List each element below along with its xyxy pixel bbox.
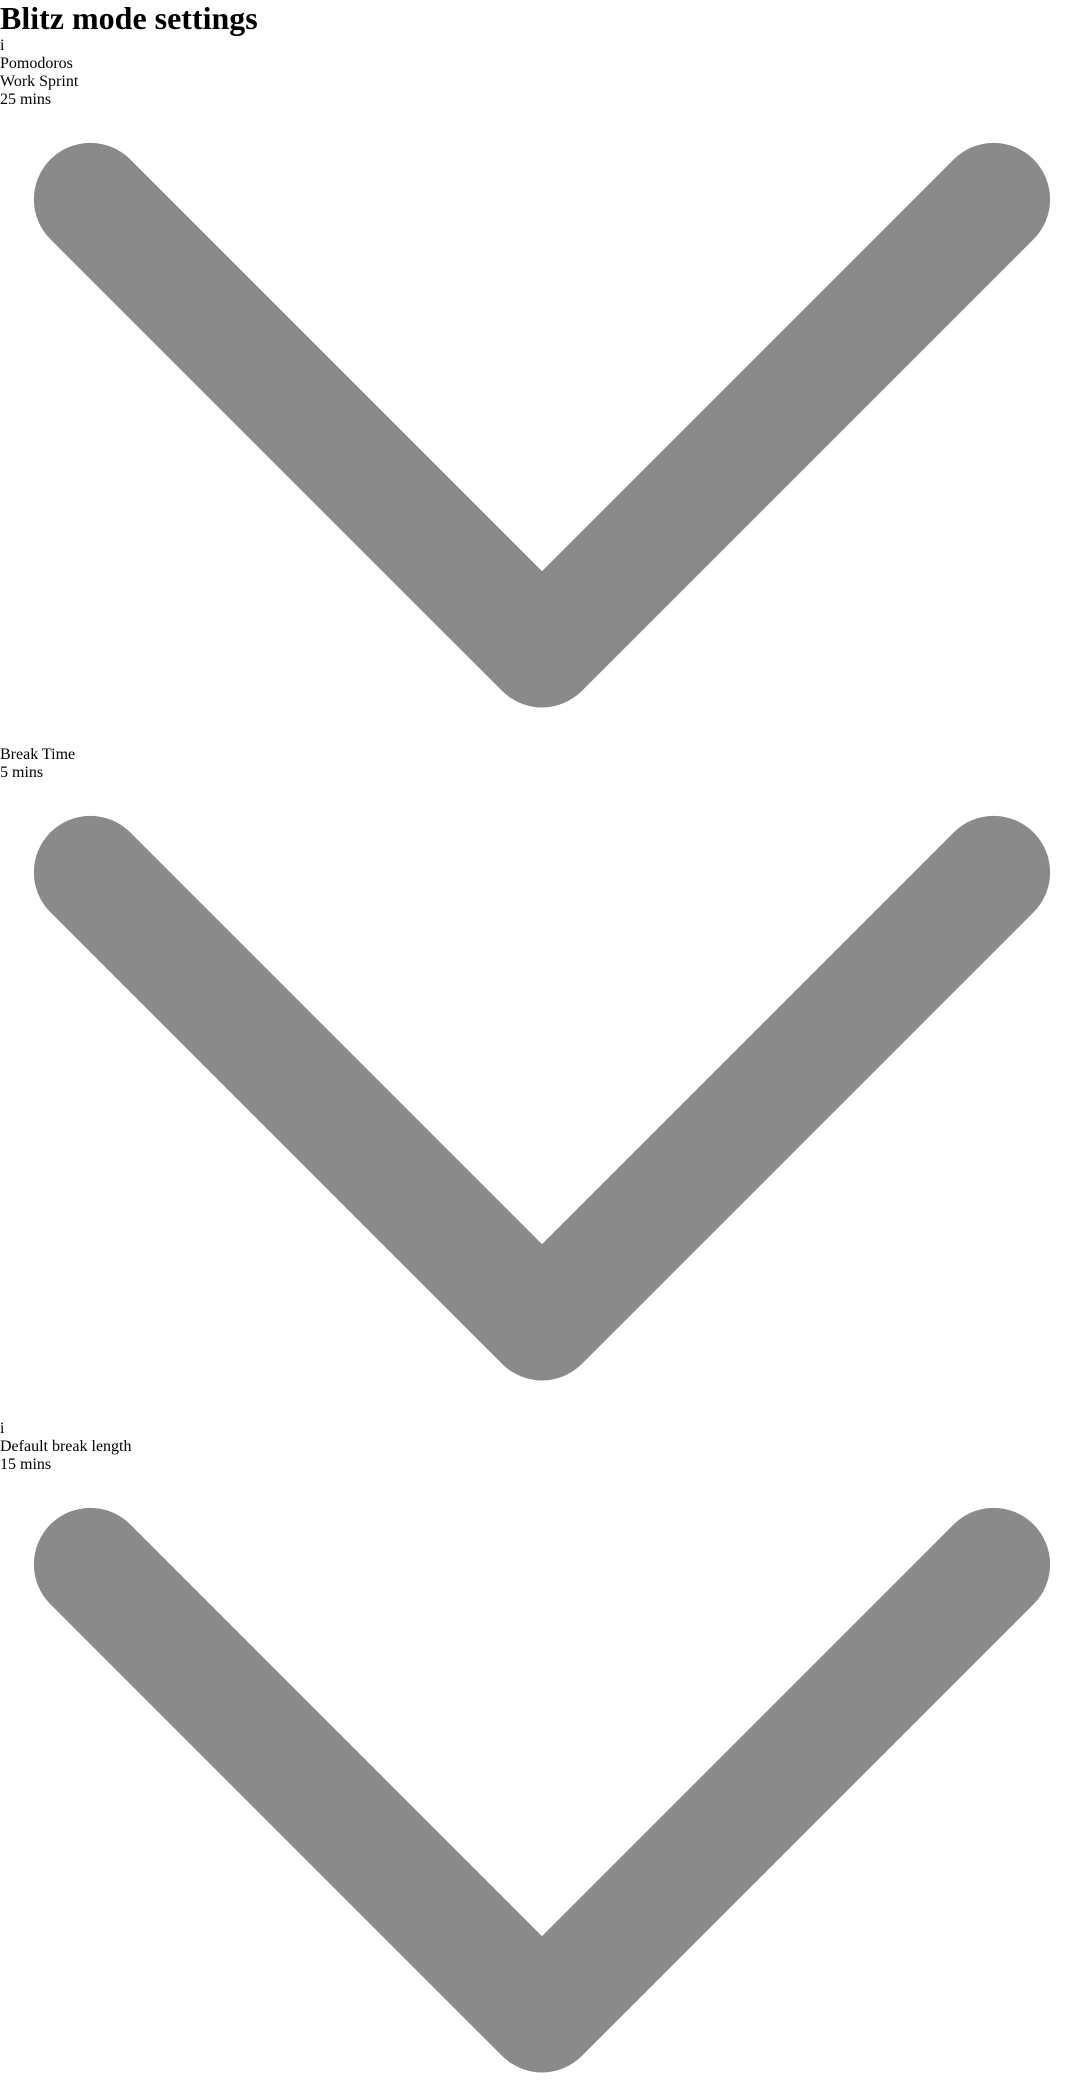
break-time-row: Break Time 5 mins	[0, 746, 1084, 1419]
info-icon[interactable]: i	[0, 1420, 1084, 1438]
break-time-select[interactable]: 5 mins	[0, 764, 1084, 1419]
work-sprint-value: 25 mins	[0, 91, 51, 108]
break-time-label: Break Time	[0, 746, 1084, 764]
pomodoros-label: Pomodoros	[0, 55, 1084, 73]
break-time-value: 5 mins	[0, 764, 43, 781]
pomodoros-row: i Pomodoros	[0, 37, 1084, 73]
work-sprint-row: Work Sprint 25 mins	[0, 73, 1084, 746]
work-sprint-select[interactable]: 25 mins	[0, 91, 1084, 746]
info-icon[interactable]: i	[0, 37, 1084, 55]
settings-panel: Blitz mode settings i Pomodoros Work Spr…	[0, 0, 1084, 2092]
chevron-down-icon	[0, 1402, 1084, 1419]
default-break-label: Default break length	[0, 1438, 1084, 1456]
chevron-down-icon	[0, 728, 1084, 745]
default-break-select[interactable]: 15 mins	[0, 1456, 1084, 2092]
panel-title: Blitz mode settings	[0, 0, 1084, 37]
default-break-row: i Default break length 15 mins	[0, 1420, 1084, 2092]
default-break-value: 15 mins	[0, 1456, 51, 1473]
pomodoros-sub-section: Work Sprint 25 mins Break Time 5 mins	[0, 73, 1084, 1420]
work-sprint-label: Work Sprint	[0, 73, 1084, 91]
